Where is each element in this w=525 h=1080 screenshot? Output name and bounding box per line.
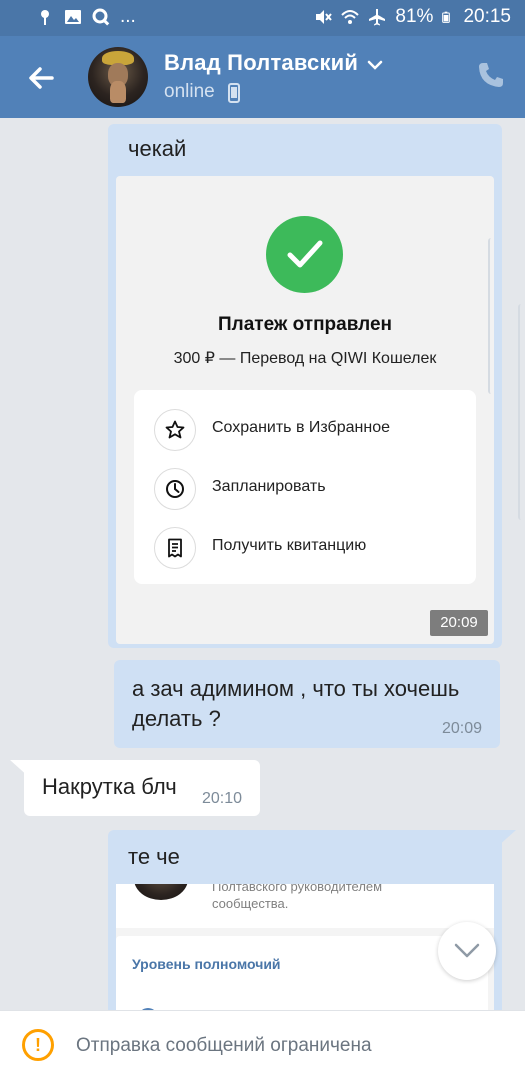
battery-percent: 81% (395, 6, 434, 27)
list-scroll-indicator (518, 304, 525, 520)
message-time: 20:09 (442, 720, 483, 737)
action-label: Получить квитанцию (212, 537, 367, 554)
clock: 20:15 (463, 6, 511, 27)
attachment-text: Полтавского руководителем сообщества. (212, 884, 383, 911)
message-text: а зач адиминoм , что ты хочешь делать ? (132, 676, 460, 731)
payment-title: Платеж отправлен (217, 314, 393, 335)
action-label: Сохранить в Избранное (212, 419, 390, 436)
search-app-icon (92, 8, 110, 26)
scroll-down-button[interactable] (438, 922, 496, 980)
airplane-icon (369, 9, 386, 26)
messaging-restricted-bar: ! Отправка сообщений ограничена (0, 1010, 525, 1080)
save-favorite-action[interactable]: Сохранить в Избранное (134, 401, 476, 459)
permissions-panel: Уровень полномочий (116, 936, 488, 1010)
card-scroll-indicator (488, 238, 494, 394)
message-list[interactable]: чекай Платеж отправлен 300 ₽ — Перевод н… (0, 118, 525, 1010)
clock-icon (154, 468, 196, 510)
avatar (134, 884, 188, 900)
chevron-down-icon (454, 943, 480, 958)
payment-actions: Сохранить в Избранное Запланировать Полу… (134, 390, 476, 584)
permissions-title: Уровень полномочий (132, 956, 281, 972)
payment-subtitle: 300 ₽ — Перевод на QIWI Кошелек (173, 350, 437, 367)
message-text: чекай (128, 136, 187, 161)
battery-icon (442, 11, 451, 23)
bubble-tail (10, 760, 30, 778)
message-time: 20:10 (202, 790, 243, 807)
receipt-action[interactable]: Получить квитанцию (134, 519, 476, 577)
warning-icon: ! (22, 1029, 54, 1061)
action-label: Запланировать (212, 478, 326, 495)
chat-header: Влад Полтавский online (0, 36, 525, 118)
star-icon (154, 409, 196, 451)
gallery-icon (65, 10, 81, 24)
avatar[interactable] (88, 47, 148, 107)
contact-status: online (164, 81, 215, 102)
status-ellipsis: ... (120, 6, 136, 27)
mobile-phone-icon (228, 83, 240, 103)
receipt-icon (154, 527, 196, 569)
payment-card[interactable]: Платеж отправлен 300 ₽ — Перевод на QIWI… (116, 176, 494, 644)
location-pin-icon (41, 10, 49, 25)
success-check-icon (266, 216, 343, 293)
message-text: Накрутка блч (42, 774, 177, 799)
restriction-notice: Отправка сообщений ограничена (76, 1035, 372, 1056)
status-bar: ... 81% 20:15 (0, 0, 525, 36)
mute-icon (316, 10, 333, 24)
wifi-icon (341, 10, 360, 24)
bubble-tail (496, 830, 516, 848)
contact-name[interactable]: Влад Полтавский (164, 50, 358, 76)
schedule-action[interactable]: Запланировать (134, 460, 476, 518)
chevron-down-icon[interactable] (366, 56, 384, 74)
phone-call-icon[interactable] (476, 60, 506, 90)
message-text: те че (128, 844, 180, 869)
back-arrow-icon[interactable] (22, 58, 62, 98)
message-time: 20:09 (430, 610, 488, 636)
